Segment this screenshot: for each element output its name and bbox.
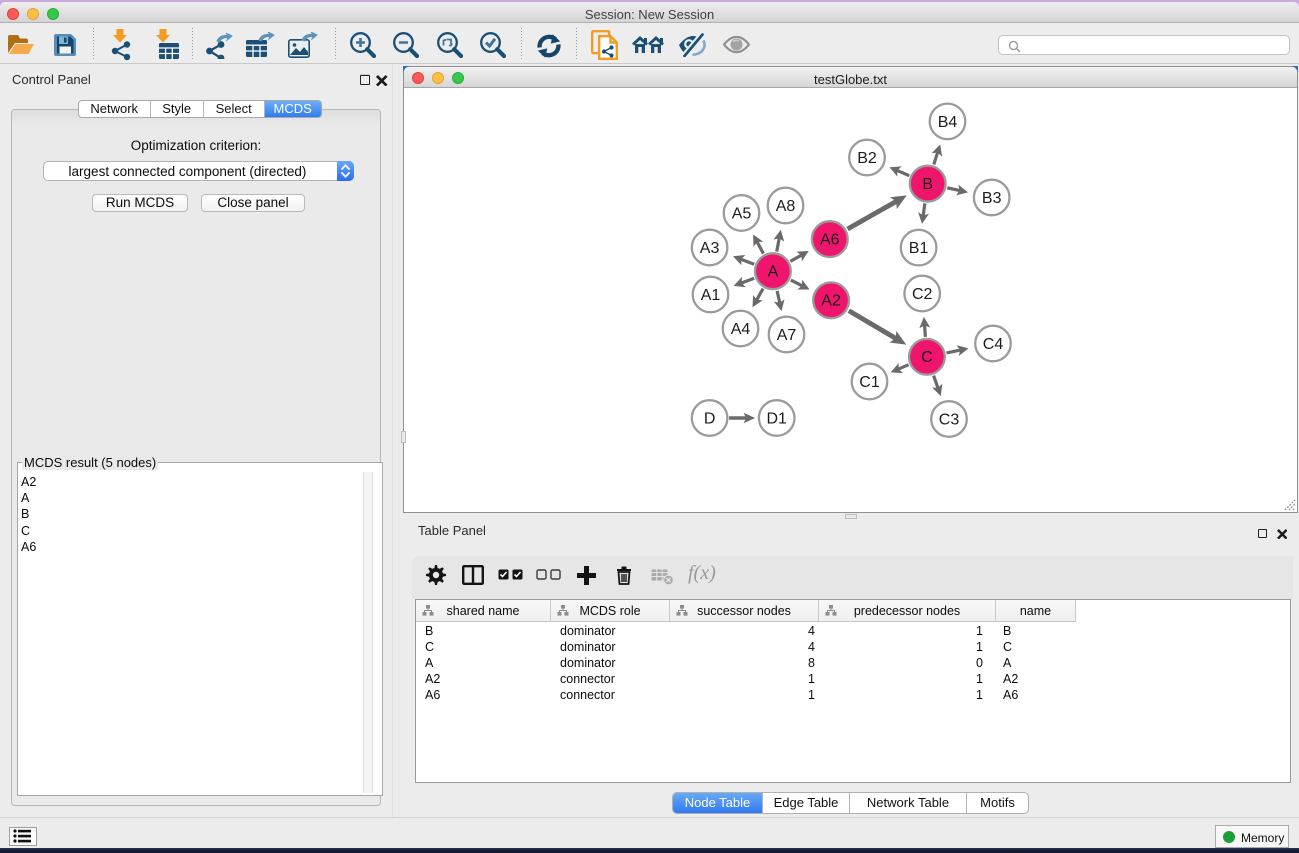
svg-text:B: B xyxy=(922,176,933,193)
svg-text:A1: A1 xyxy=(701,287,721,304)
svg-text:A2: A2 xyxy=(821,293,841,310)
svg-text:C1: C1 xyxy=(859,374,880,391)
svg-text:A3: A3 xyxy=(700,240,720,257)
svg-text:A8: A8 xyxy=(776,198,796,215)
svg-text:B4: B4 xyxy=(938,114,958,131)
svg-text:A6: A6 xyxy=(820,232,840,249)
svg-text:C3: C3 xyxy=(939,411,960,428)
svg-text:C4: C4 xyxy=(983,336,1004,353)
svg-text:C: C xyxy=(921,349,933,366)
svg-text:A7: A7 xyxy=(777,327,797,344)
svg-text:B2: B2 xyxy=(857,150,877,167)
svg-text:A: A xyxy=(768,264,779,281)
svg-text:B1: B1 xyxy=(909,240,929,257)
svg-text:B3: B3 xyxy=(982,190,1002,207)
svg-text:A5: A5 xyxy=(732,205,752,222)
svg-text:C2: C2 xyxy=(912,286,933,303)
svg-text:D1: D1 xyxy=(766,410,787,427)
svg-text:D: D xyxy=(704,410,716,427)
svg-text:A4: A4 xyxy=(731,321,751,338)
